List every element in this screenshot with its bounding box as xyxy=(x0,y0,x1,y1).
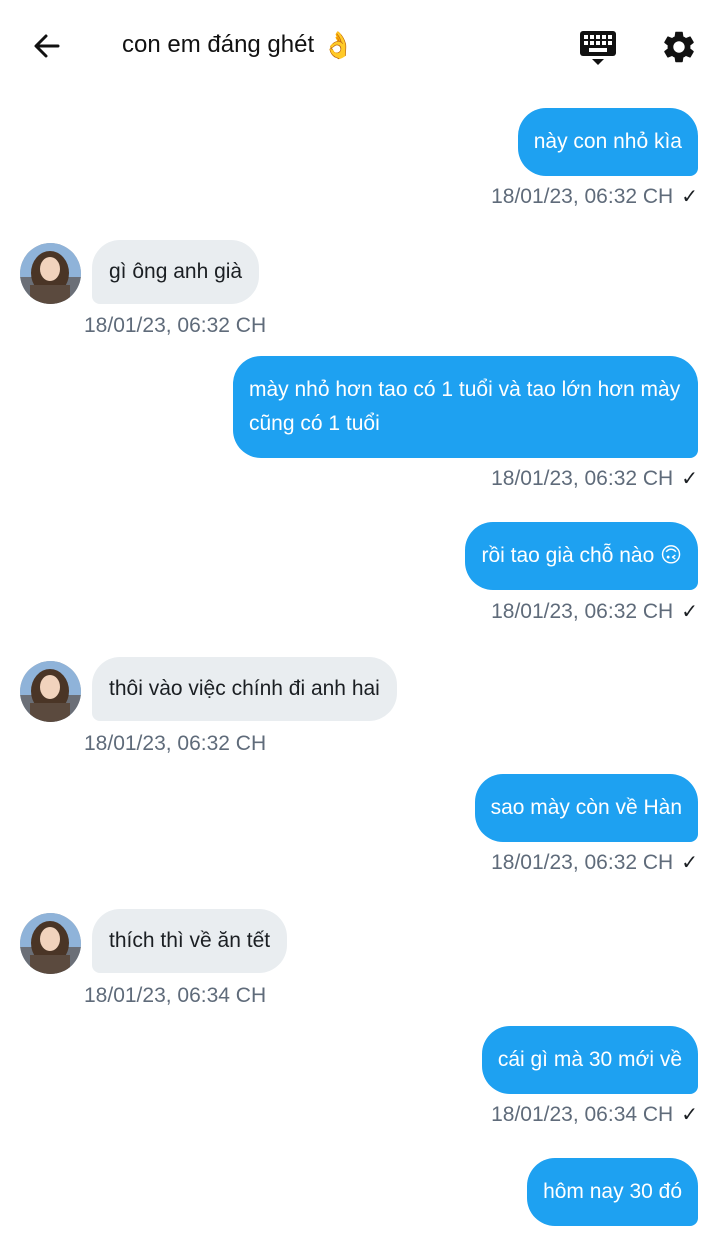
message-bubble-incoming[interactable]: thích thì về ăn tết xyxy=(92,909,288,973)
avatar[interactable] xyxy=(20,661,81,722)
message-timestamp: 18/01/23, 06:32 CH xyxy=(491,466,674,490)
chat-header: con em đáng ghét 👌 xyxy=(0,0,720,96)
chat-title[interactable]: con em đáng ghét 👌 xyxy=(122,30,355,61)
message-timestamp: 18/01/23, 06:32 CH xyxy=(491,599,674,623)
message-timestamp: 18/01/23, 06:32 CH xyxy=(491,850,674,874)
message-text: thôi vào việc chính đi anh hai xyxy=(109,677,380,700)
message-meta: 18/01/23, 06:32 CH ✓ xyxy=(491,599,698,624)
message-timestamp: 18/01/23, 06:34 CH xyxy=(491,1102,674,1126)
avatar[interactable] xyxy=(20,243,81,304)
message-timestamp: 18/01/23, 06:32 CH xyxy=(84,732,267,755)
message-bubble-incoming[interactable]: thôi vào việc chính đi anh hai xyxy=(92,657,397,721)
message-meta: 18/01/23, 06:32 CH ✓ xyxy=(491,466,698,491)
sent-check-icon: ✓ xyxy=(681,468,698,490)
message-bubble-outgoing[interactable]: mày nhỏ hơn tao có 1 tuổi và tao lớn hơn… xyxy=(233,356,698,458)
gear-icon[interactable] xyxy=(660,27,698,67)
message-bubble-outgoing[interactable]: sao mày còn về Hàn xyxy=(474,774,698,842)
message-timestamp: 18/01/23, 06:32 CH xyxy=(84,314,267,337)
message-text: cái gì mà 30 mới về xyxy=(497,1048,682,1071)
message-meta: 18/01/23, 06:32 CH ✓ xyxy=(491,850,698,875)
message-text: rồi tao già chỗ nào 🙃 xyxy=(481,544,682,567)
keyboard-icon[interactable] xyxy=(578,28,618,68)
avatar[interactable] xyxy=(20,913,81,974)
message-bubble-outgoing[interactable]: cái gì mà 30 mới về xyxy=(481,1026,698,1094)
message-bubble-incoming[interactable]: gì ông anh già xyxy=(92,240,260,304)
chat-title-text: con em đáng ghét xyxy=(122,31,315,58)
message-text: gì ông anh già xyxy=(109,260,243,283)
message-timestamp: 18/01/23, 06:32 CH xyxy=(491,184,674,208)
message-bubble-outgoing[interactable]: hôm nay 30 đó xyxy=(527,1158,698,1226)
message-text: này con nhỏ kìa xyxy=(533,130,682,153)
message-bubble-outgoing[interactable]: rồi tao già chỗ nào 🙃 xyxy=(465,522,698,590)
ok-hand-emoji: 👌 xyxy=(322,30,355,60)
sent-check-icon: ✓ xyxy=(681,186,698,208)
sent-check-icon: ✓ xyxy=(681,852,698,874)
sent-check-icon: ✓ xyxy=(681,1104,698,1126)
message-meta: 18/01/23, 06:34 CH ✓ xyxy=(491,1102,698,1127)
message-text: mày nhỏ hơn tao có 1 tuổi và tao lớn hơn… xyxy=(249,378,681,435)
message-text: hôm nay 30 đó xyxy=(543,1180,682,1203)
message-meta: 18/01/23, 06:32 CH ✓ xyxy=(491,184,698,209)
back-arrow-icon[interactable] xyxy=(28,26,68,66)
sent-check-icon: ✓ xyxy=(681,601,698,623)
message-bubble-outgoing[interactable]: này con nhỏ kìa xyxy=(517,108,698,176)
message-text: sao mày còn về Hàn xyxy=(490,796,682,819)
message-text: thích thì về ăn tết xyxy=(109,929,271,952)
message-timestamp: 18/01/23, 06:34 CH xyxy=(84,984,267,1007)
